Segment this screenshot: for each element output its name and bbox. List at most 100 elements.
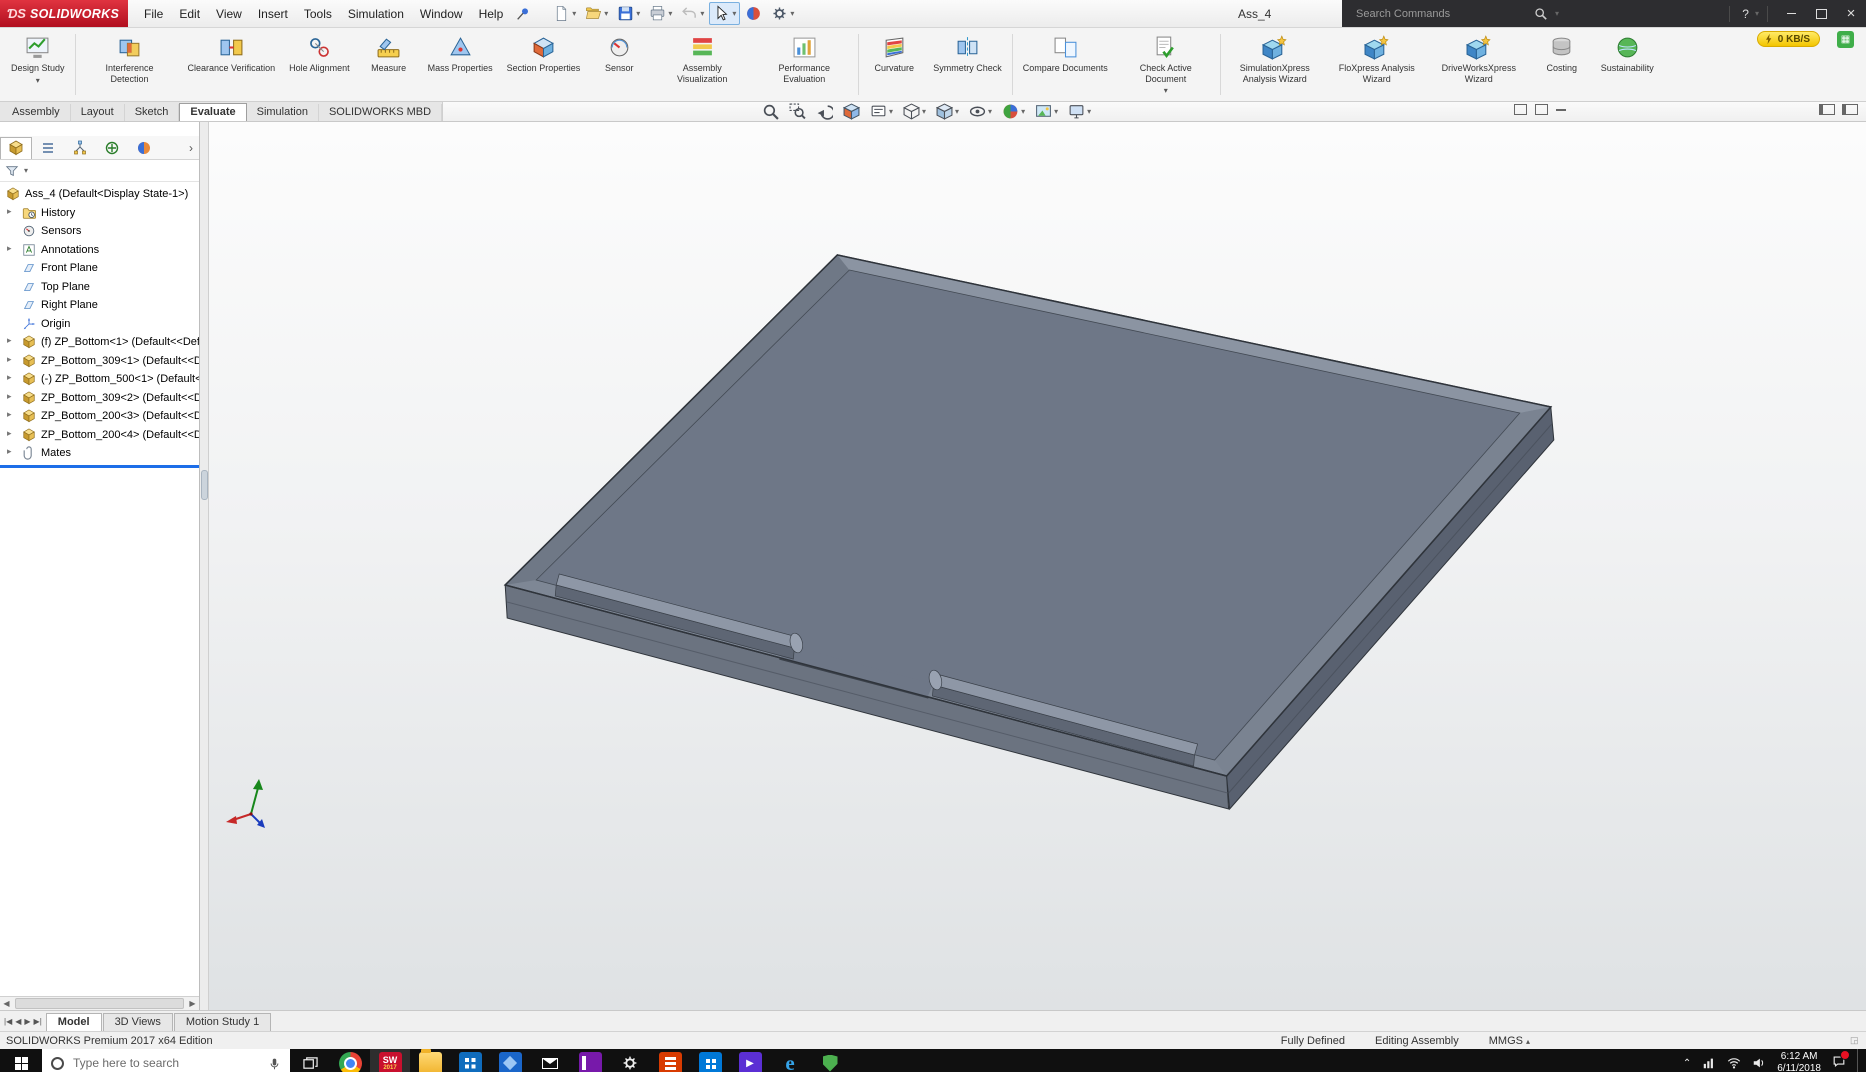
menu-simulation[interactable]: Simulation [340,2,412,26]
ribbon-tool-floxpress[interactable]: FloXpress Analysis Wizard [1326,28,1428,101]
wifi-icon[interactable] [1727,1056,1741,1070]
ribbon-tool-mass-properties[interactable]: Mass Properties [421,28,500,101]
chevron-down-icon[interactable] [790,9,794,18]
ribbon-tool-section-properties[interactable]: Section Properties [500,28,588,101]
next-tab-icon[interactable] [24,1017,30,1026]
tree-item-part[interactable]: ZP_Bottom_309<2> (Default<<Defa [0,389,199,408]
taskbar-app-office[interactable] [650,1049,690,1072]
expand-arrow-icon[interactable] [7,391,17,402]
print-button[interactable] [645,2,676,25]
save-button[interactable] [613,2,644,25]
last-tab-icon[interactable] [34,1017,42,1026]
graphics-area[interactable] [209,122,1866,1010]
taskbar-app-photos[interactable] [490,1049,530,1072]
xpress-products-button[interactable] [741,2,766,25]
tree-item-part[interactable]: (-) ZP_Bottom_500<1> (Default<<D [0,370,199,389]
split-pane-icon[interactable] [1819,104,1835,115]
section-view-icon[interactable] [843,103,860,120]
close-button[interactable] [1836,0,1866,27]
view-orientation-icon[interactable] [903,103,926,120]
menu-window[interactable]: Window [412,2,471,26]
ribbon-tool-sensor[interactable]: Sensor [587,28,651,101]
taskbar-app-movies[interactable] [730,1049,770,1072]
menu-file[interactable]: File [136,2,171,26]
displaymanager-tab[interactable] [128,137,160,159]
chevron-down-icon[interactable] [1054,107,1058,116]
propertymanager-tab[interactable] [32,137,64,159]
taskbar-search-input[interactable] [71,1055,261,1071]
pin-menu-icon[interactable] [515,6,531,22]
network-speed-monitor[interactable]: 0 KB/S [1756,31,1820,47]
edit-appearance-icon[interactable] [1002,103,1025,120]
show-desktop-button[interactable] [1857,1049,1863,1072]
tab-simulation[interactable]: Simulation [247,104,319,121]
panel-splitter[interactable] [200,122,209,1010]
zoom-to-area-icon[interactable] [789,103,806,120]
tree-item-part[interactable]: ZP_Bottom_309<1> (Default<<Defa [0,352,199,371]
ribbon-tool-curvature[interactable]: Curvature [862,28,926,101]
minimize-document-icon[interactable] [1556,108,1566,111]
dynamic-annotation-views-icon[interactable] [870,103,893,120]
tree-item-mates[interactable]: Mates [0,444,199,463]
panel-split-line[interactable] [0,464,199,468]
ribbon-tool-costing[interactable]: Costing [1530,28,1594,101]
ribbon-tool-sustainability[interactable]: Sustainability [1594,28,1661,101]
chevron-down-icon[interactable] [922,107,926,116]
action-center-button[interactable] [1832,1049,1850,1072]
taskbar-app-onenote[interactable] [570,1049,610,1072]
chevron-down-icon[interactable] [1087,107,1091,116]
open-button[interactable] [581,2,612,25]
filter-funnel-icon[interactable] [5,164,19,178]
expand-arrow-icon[interactable] [7,206,17,217]
display-style-icon[interactable] [936,103,959,120]
taskbar-app-solidworks[interactable]: SW 2017 [370,1049,410,1072]
volume-icon[interactable] [1752,1056,1766,1070]
chevron-down-icon[interactable] [1555,9,1559,18]
chevron-down-icon[interactable] [700,9,704,18]
scroll-right-icon[interactable]: ▶ [186,999,199,1008]
tab-assembly[interactable]: Assembly [2,104,71,121]
ribbon-tool-compare-documents[interactable]: Compare Documents [1016,28,1115,101]
tray-expand-icon[interactable] [1683,1058,1691,1069]
ribbon-tool-hole-alignment[interactable]: Hole Alignment [282,28,357,101]
scroll-left-icon[interactable]: ◀ [0,999,13,1008]
task-view-button[interactable] [290,1049,330,1072]
tree-item-origin[interactable]: Origin [0,315,199,334]
expand-arrow-icon[interactable] [7,335,17,346]
scrollbar-thumb[interactable] [15,998,184,1009]
ribbon-tool-performance-evaluation[interactable]: Performance Evaluation [753,28,855,101]
select-cursor-button[interactable] [709,2,741,25]
ribbon-tool-interference-detection[interactable]: Interference Detection [79,28,181,101]
panel-tabs-overflow-icon[interactable] [183,141,199,155]
dropdown-caret-icon[interactable] [1164,85,1168,96]
tab-3d-views[interactable]: 3D Views [102,1013,173,1031]
tab-solidworks-mbd[interactable]: SOLIDWORKS MBD [319,104,443,121]
expand-arrow-icon[interactable] [7,428,17,439]
dropdown-caret-icon[interactable] [36,75,40,86]
taskbar-app-store[interactable] [450,1049,490,1072]
new-document-button[interactable] [549,2,580,25]
hide-show-items-icon[interactable] [969,103,992,120]
apply-scene-icon[interactable] [1035,103,1058,120]
tree-item-annotations[interactable]: Annotations [0,241,199,260]
chevron-down-icon[interactable] [988,107,992,116]
taskbar-app-chrome[interactable] [330,1049,370,1072]
search-icon[interactable] [1534,7,1547,20]
tree-item-history[interactable]: History [0,204,199,223]
ribbon-tool-simulationxpress[interactable]: SimulationXpress Analysis Wizard [1224,28,1326,101]
microphone-icon[interactable] [268,1056,281,1071]
help-button[interactable]: ? [1738,7,1753,21]
ribbon-tool-symmetry-check[interactable]: Symmetry Check [926,28,1009,101]
expand-arrow-icon[interactable] [7,372,17,383]
taskbar-app-file-explorer[interactable] [410,1048,450,1072]
options-button[interactable] [767,2,798,25]
chevron-down-icon[interactable] [572,9,576,18]
splitter-handle[interactable] [201,470,208,500]
taskbar-app-settings[interactable] [610,1049,650,1072]
chevron-down-icon[interactable] [604,9,608,18]
new-window-icon[interactable] [1535,104,1548,115]
tree-item-front-plane[interactable]: Front Plane [0,259,199,278]
taskbar-search[interactable] [42,1049,290,1072]
taskbar-app-mail[interactable] [530,1049,570,1072]
units-selector[interactable]: MMGS [1489,1035,1530,1047]
